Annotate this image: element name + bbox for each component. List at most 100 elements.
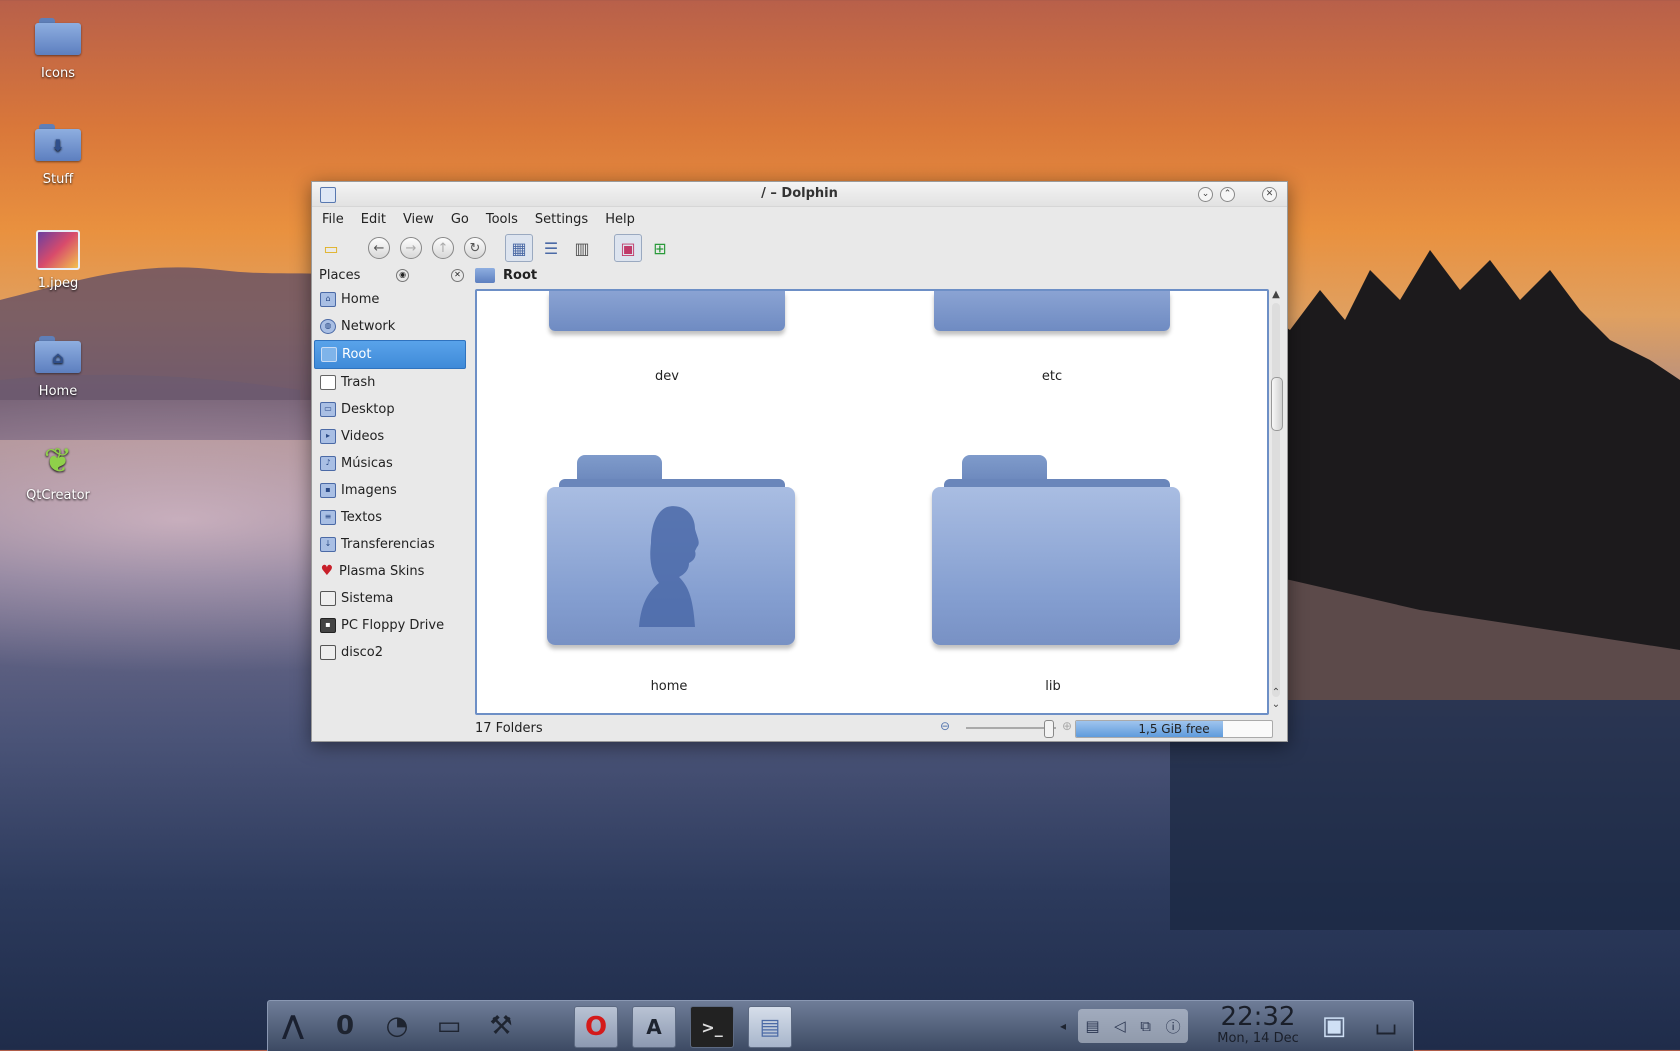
new-folder-icon[interactable]: ▭ [318, 235, 344, 261]
music-folder-icon: ♪ [320, 456, 336, 471]
notifications-icon[interactable]: ⓘ [1166, 1016, 1181, 1037]
menu-settings[interactable]: Settings [535, 212, 588, 227]
desktop-icon-stuff[interactable]: ⬇ Stuff [8, 124, 108, 187]
places-item-desktop[interactable]: ▭ Desktop [314, 396, 470, 423]
task-kate[interactable]: A [632, 1006, 676, 1048]
window-titlebar[interactable]: / – Dolphin ⌄ ⌃ ✕ [312, 182, 1287, 207]
minimize-button[interactable]: ⌄ [1198, 187, 1213, 202]
volume-icon[interactable]: ◁ [1114, 1017, 1126, 1035]
kickoff-launcher-icon[interactable]: ⋀ [272, 1006, 314, 1046]
place-label: disco2 [341, 645, 384, 660]
folder-name[interactable]: lib [953, 679, 1153, 694]
menu-go[interactable]: Go [451, 212, 469, 227]
task-opera[interactable]: O [574, 1006, 618, 1048]
launcher-0-icon[interactable]: 0 [324, 1006, 366, 1046]
folder-icon [475, 267, 495, 283]
breadcrumb[interactable]: Root [475, 264, 537, 286]
home-folder-icon: ⌂ [35, 336, 81, 378]
folder-home-icon[interactable] [547, 455, 797, 645]
folder-name[interactable]: etc [952, 369, 1152, 384]
scroll-up-icon[interactable]: ▲ [1269, 289, 1283, 300]
desktop-icon-qtcreator[interactable]: ❦ QtCreator [8, 440, 108, 503]
floppy-icon: ▪ [320, 618, 336, 633]
folder-lib-icon[interactable] [932, 455, 1182, 645]
back-icon[interactable]: ← [368, 237, 390, 259]
zoom-handle[interactable] [1044, 720, 1054, 738]
place-label: Plasma Skins [339, 564, 425, 579]
zoom-slider[interactable]: ⊖ ⊕ [938, 718, 1078, 738]
up-icon[interactable]: ↑ [432, 237, 454, 259]
places-item-imagens[interactable]: ▪ Imagens [314, 477, 470, 504]
folder-dev-icon[interactable] [549, 291, 785, 331]
columns-view-icon[interactable]: ▥ [569, 235, 595, 261]
breadcrumb-item[interactable]: Root [503, 268, 537, 283]
zoom-out-icon[interactable]: ⊖ [940, 719, 950, 733]
folder-etc-icon[interactable] [934, 291, 1170, 331]
place-label: Videos [341, 429, 385, 444]
task-konsole[interactable]: >_ [690, 1006, 734, 1048]
download-folder-icon: ⬇ [35, 124, 81, 166]
zoom-in-icon[interactable]: ⊕ [1062, 719, 1072, 733]
free-space-label: 1,5 GiB free [1138, 722, 1210, 736]
drive-icon [320, 645, 336, 660]
places-item-floppy[interactable]: ▪ PC Floppy Drive [314, 612, 470, 639]
menu-file[interactable]: File [322, 212, 344, 227]
places-item-root[interactable]: Root [314, 340, 466, 369]
menu-help[interactable]: Help [605, 212, 635, 227]
menu-tools[interactable]: Tools [486, 212, 518, 227]
show-desktop-icon[interactable]: ▭ [428, 1006, 470, 1046]
digital-clock[interactable]: 22:32 Mon, 14 Dec [1203, 1003, 1313, 1046]
places-item-disco2[interactable]: disco2 [314, 639, 470, 666]
item-count: 17 Folders [475, 720, 543, 736]
scroll-thumb[interactable] [1271, 377, 1283, 431]
float-panel-icon[interactable]: ◉ [396, 268, 410, 282]
desktop-icon-icons[interactable]: Icons [8, 18, 108, 81]
menu-edit[interactable]: Edit [361, 212, 386, 227]
icons-view-icon[interactable]: ▦ [505, 234, 533, 262]
task-dolphin[interactable]: ▤ [748, 1006, 792, 1048]
places-item-sistema[interactable]: Sistema [314, 585, 470, 612]
scroll-down-icon[interactable]: ⌃ [1269, 687, 1283, 698]
network-manager-icon[interactable]: ⧉ [1140, 1017, 1151, 1035]
places-item-musicas[interactable]: ♪ Músicas [314, 450, 470, 477]
person-silhouette-icon [639, 506, 699, 627]
folder-name[interactable]: dev [567, 369, 767, 384]
maximize-button[interactable]: ⌃ [1220, 187, 1235, 202]
file-view[interactable]: dev etc home lib [475, 289, 1269, 715]
system-settings-icon[interactable]: ⚒ [480, 1006, 522, 1046]
places-item-plasma-skins[interactable]: ♥ Plasma Skins [314, 558, 470, 585]
scroll-down-icon[interactable]: ⌄ [1269, 699, 1283, 710]
zoom-track[interactable] [966, 727, 1056, 729]
tray-expand-icon[interactable]: ◂ [1056, 1006, 1070, 1046]
desktop-icon-label: QtCreator [26, 488, 90, 503]
close-panel-icon[interactable]: ✕ [451, 268, 464, 282]
folder-name[interactable]: home [569, 679, 769, 694]
menu-view[interactable]: View [403, 212, 434, 227]
vertical-scrollbar[interactable]: ▲ ⌃ ⌄ [1269, 289, 1283, 711]
places-item-videos[interactable]: ▸ Videos [314, 423, 470, 450]
device-notifier-icon[interactable]: ▣ [1313, 1006, 1355, 1046]
trash-icon[interactable]: ⌴ [1365, 1006, 1407, 1046]
scroll-track[interactable] [1272, 303, 1280, 697]
reload-icon[interactable]: ↻ [464, 237, 486, 259]
places-header: Places ◉ ✕ [314, 264, 470, 286]
places-title: Places [319, 267, 361, 283]
desktop-icon-label: Home [38, 384, 78, 399]
desktop-icon-home[interactable]: ⌂ Home [8, 336, 108, 399]
folder-icon [35, 18, 81, 60]
places-item-textos[interactable]: ≡ Textos [314, 504, 470, 531]
preview-icon[interactable]: ▣ [614, 234, 642, 262]
details-view-icon[interactable]: ☰ [538, 235, 564, 261]
places-item-home[interactable]: ⌂ Home [314, 286, 470, 313]
forward-icon[interactable]: → [400, 237, 422, 259]
statusbar: 17 Folders ⊖ ⊕ 1,5 GiB free [475, 718, 1285, 738]
places-item-network[interactable]: ◍ Network [314, 313, 470, 340]
clipboard-icon[interactable]: ▤ [1085, 1017, 1099, 1035]
places-item-trash[interactable]: Trash [314, 369, 470, 396]
close-button[interactable]: ✕ [1262, 187, 1277, 202]
places-item-transferencias[interactable]: ↓ Transferencias [314, 531, 470, 558]
firefox-icon[interactable]: ◔ [376, 1006, 418, 1046]
split-icon[interactable]: ⊞ [647, 235, 673, 261]
desktop-icon-label: Icons [41, 66, 75, 81]
desktop-icon-1-jpeg[interactable]: 1.jpeg [8, 230, 108, 291]
